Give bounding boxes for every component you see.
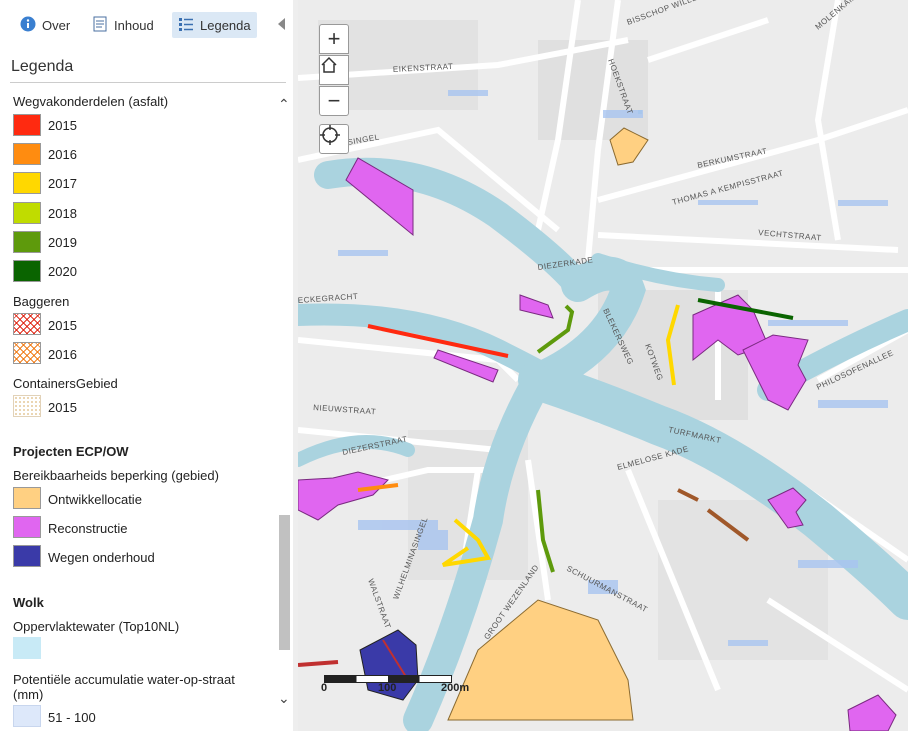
legend-swatch: [13, 114, 41, 136]
tab-legenda[interactable]: Legenda: [172, 12, 257, 38]
legend-section-title: Projecten ECP/OW: [13, 444, 129, 459]
legend-group-title: Oppervlaktewater (Top10NL): [13, 619, 180, 634]
map-canvas[interactable]: EIKENSTRAAT BISSCHOP WILLEBRANDLAAN HOEK…: [298, 0, 908, 731]
legend-label: 2019: [48, 235, 77, 250]
legend-swatch: [13, 637, 41, 659]
tab-inhoud[interactable]: Inhoud: [86, 12, 160, 38]
legend-swatch: [13, 260, 41, 282]
scrollbar-thumb[interactable]: [279, 515, 290, 650]
panel-title: Legenda: [11, 58, 74, 75]
legend-swatch: [13, 705, 41, 727]
tab-label: Inhoud: [114, 17, 154, 33]
legend-sidebar: Over Inhoud Legenda Legenda Wegvakonderd…: [0, 0, 293, 731]
tab-label: Legenda: [200, 17, 251, 33]
sidebar-tabs: Over Inhoud Legenda: [0, 0, 293, 50]
document-icon: [92, 16, 108, 35]
legend-group-title: Wegvakonderdelen (asfalt): [13, 94, 169, 109]
list-icon: [178, 16, 194, 35]
legend-label: 2015: [48, 318, 77, 333]
legend-group-title: Bereikbaarheids beperking (gebied): [13, 468, 219, 483]
legend-label: 2015: [48, 400, 77, 415]
legend-swatch: [13, 395, 41, 417]
chevron-down-icon[interactable]: ⌄: [278, 690, 290, 707]
legend-group-title: Potentiële accumulatie water-op-straat (…: [13, 672, 235, 702]
collapse-panel-icon[interactable]: [278, 18, 285, 30]
tab-label: Over: [42, 17, 71, 33]
zoom-in-button[interactable]: +: [319, 24, 349, 54]
legend-swatch: [13, 202, 41, 224]
scale-label: 0: [321, 682, 328, 694]
legend-list[interactable]: Wegvakonderdelen (asfalt) 2015 2016 2017…: [0, 90, 276, 731]
legend-swatch: [13, 231, 41, 253]
legend-swatch: [13, 516, 41, 538]
legend-label: Ontwikkellocatie: [48, 492, 142, 507]
legend-label: 51 - 100: [48, 710, 96, 725]
legend-swatch: [13, 487, 41, 509]
legend-label: 2016: [48, 147, 77, 162]
legend-scrollbar[interactable]: ⌃ ⌄: [276, 90, 293, 731]
legend-group-title: ContainersGebied: [13, 376, 118, 391]
legend-label: 2018: [48, 206, 77, 221]
legend-label: 2017: [48, 176, 77, 191]
legend-label: Reconstructie: [48, 521, 128, 536]
locate-button[interactable]: [319, 124, 349, 154]
zoom-out-button[interactable]: −: [319, 86, 349, 116]
legend-group-title: Baggeren: [13, 294, 70, 309]
legend-label: Wegen onderhoud: [48, 550, 155, 565]
title-divider: [10, 82, 286, 83]
legend-swatch: [13, 545, 41, 567]
legend-swatch: [13, 143, 41, 165]
legend-label: 2020: [48, 264, 77, 279]
legend-label: 2015: [48, 118, 77, 133]
map-view[interactable]: EIKENSTRAAT BISSCHOP WILLEBRANDLAAN HOEK…: [298, 0, 908, 731]
scale-label: 200m: [441, 682, 470, 694]
tab-over[interactable]: Over: [14, 12, 76, 38]
scale-label: 100: [378, 682, 397, 694]
legend-swatch: [13, 172, 41, 194]
chevron-up-icon[interactable]: ⌃: [278, 96, 290, 113]
legend-section-title: Wolk: [13, 595, 44, 610]
info-icon: [20, 16, 36, 35]
legend-swatch: [13, 313, 41, 335]
home-button[interactable]: [319, 55, 349, 85]
legend-label: 2016: [48, 347, 77, 362]
legend-swatch: [13, 342, 41, 364]
